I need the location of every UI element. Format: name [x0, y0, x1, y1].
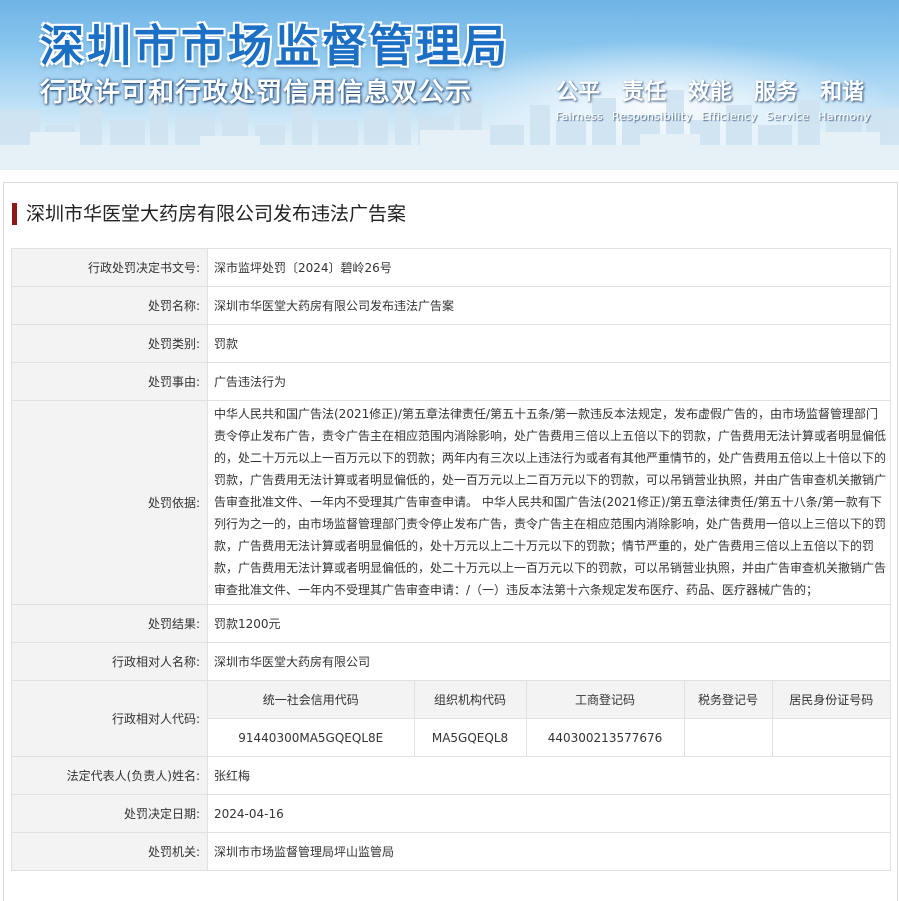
value-result: 罚款1200元 — [207, 604, 891, 643]
slogan-harmony-en: Harmony — [818, 110, 871, 123]
slogan-en-row: Fairness Responsibility Efficiency Servi… — [556, 110, 886, 123]
penalty-info-table: 行政处罚决定书文号: 深市监坪处罚〔2024〕碧岭26号 处罚名称: 深圳市华医… — [11, 248, 891, 871]
codes-header-org: 组织机构代码 — [413, 681, 527, 719]
slogan-responsibility: 责任 — [622, 80, 667, 105]
row-party-name: 行政相对人名称: 深圳市华医堂大药房有限公司 — [11, 642, 891, 681]
label-doc-no: 行政处罚决定书文号: — [11, 248, 208, 287]
value-doc-no: 深市监坪处罚〔2024〕碧岭26号 — [207, 248, 891, 287]
slogan-fairness: 公平 — [556, 80, 601, 105]
slogan-efficiency-en: Efficiency — [701, 110, 758, 123]
codes-header-row: 统一社会信用代码 组织机构代码 工商登记码 税务登记号 居民身份证号码 — [208, 681, 890, 719]
codes-value-tax — [683, 718, 773, 756]
value-category: 罚款 — [207, 324, 891, 363]
value-authority: 深圳市市场监督管理局坪山监管局 — [207, 832, 891, 871]
row-reason: 处罚事由: 广告违法行为 — [11, 362, 891, 401]
codes-header-credit: 统一社会信用代码 — [208, 681, 415, 719]
codes-header-business: 工商登记码 — [525, 681, 685, 719]
label-party-name: 行政相对人名称: — [11, 642, 208, 681]
label-legal-rep: 法定代表人(负责人)姓名: — [11, 756, 208, 795]
value-party-code: 统一社会信用代码 组织机构代码 工商登记码 税务登记号 居民身份证号码 9144… — [207, 680, 891, 757]
row-authority: 处罚机关: 深圳市市场监督管理局坪山监管局 — [11, 832, 891, 871]
codes-header-id: 居民身份证号码 — [771, 681, 890, 719]
content-panel: 深圳市华医堂大药房有限公司发布违法广告案 行政处罚决定书文号: 深市监坪处罚〔2… — [3, 182, 898, 901]
codes-value-credit: 91440300MA5GQEQL8E — [208, 718, 415, 756]
row-result: 处罚结果: 罚款1200元 — [11, 604, 891, 643]
row-legal-rep: 法定代表人(负责人)姓名: 张红梅 — [11, 756, 891, 795]
row-category: 处罚类别: 罚款 — [11, 324, 891, 363]
codes-value-business: 440300213577676 — [525, 718, 685, 756]
value-basis: 中华人民共和国广告法(2021修正)/第五章法律责任/第五十五条/第一款违反本法… — [207, 400, 891, 605]
slogan-service: 服务 — [754, 80, 799, 105]
slogan-harmony: 和谐 — [820, 80, 865, 105]
row-party-code: 行政相对人代码: 统一社会信用代码 组织机构代码 工商登记码 税务登记号 居民身… — [11, 680, 891, 757]
slogans: 公平 责任 效能 服务 和谐 Fairness Responsibility E… — [556, 74, 886, 123]
codes-value-id — [771, 718, 890, 756]
banner-subtitle: 行政许可和行政处罚信用信息双公示 — [40, 78, 473, 108]
row-penalty-name: 处罚名称: 深圳市华医堂大药房有限公司发布违法广告案 — [11, 286, 891, 325]
codes-value-org: MA5GQEQL8 — [413, 718, 527, 756]
value-legal-rep: 张红梅 — [207, 756, 891, 795]
value-reason: 广告违法行为 — [207, 362, 891, 401]
label-penalty-name: 处罚名称: — [11, 286, 208, 325]
slogan-efficiency: 效能 — [688, 80, 733, 105]
label-authority: 处罚机关: — [11, 832, 208, 871]
label-party-code: 行政相对人代码: — [11, 680, 208, 757]
slogan-service-en: Service — [766, 110, 810, 123]
slogan-cn-row: 公平 责任 效能 服务 和谐 — [556, 74, 886, 106]
row-doc-no: 行政处罚决定书文号: 深市监坪处罚〔2024〕碧岭26号 — [11, 248, 891, 287]
row-basis: 处罚依据: 中华人民共和国广告法(2021修正)/第五章法律责任/第五十五条/第… — [11, 400, 891, 605]
codes-value-row: 91440300MA5GQEQL8E MA5GQEQL8 44030021357… — [208, 718, 890, 756]
codes-header-tax: 税务登记号 — [683, 681, 773, 719]
case-title: 深圳市华医堂大药房有限公司发布违法广告案 — [12, 203, 406, 225]
value-penalty-name: 深圳市华医堂大药房有限公司发布违法广告案 — [207, 286, 891, 325]
label-decision-date: 处罚决定日期: — [11, 794, 208, 833]
slogan-responsibility-en: Responsibility — [612, 110, 693, 123]
label-result: 处罚结果: — [11, 604, 208, 643]
label-reason: 处罚事由: — [11, 362, 208, 401]
value-party-name: 深圳市华医堂大药房有限公司 — [207, 642, 891, 681]
slogan-fairness-en: Fairness — [556, 110, 604, 123]
party-codes-table: 统一社会信用代码 组织机构代码 工商登记码 税务登记号 居民身份证号码 9144… — [208, 681, 890, 756]
label-category: 处罚类别: — [11, 324, 208, 363]
header-banner: 深圳市市场监督管理局 行政许可和行政处罚信用信息双公示 公平 责任 效能 服务 … — [0, 0, 899, 170]
label-basis: 处罚依据: — [11, 400, 208, 605]
banner-title: 深圳市市场监督管理局 — [40, 21, 510, 72]
value-decision-date: 2024-04-16 — [207, 794, 891, 833]
row-decision-date: 处罚决定日期: 2024-04-16 — [11, 794, 891, 833]
